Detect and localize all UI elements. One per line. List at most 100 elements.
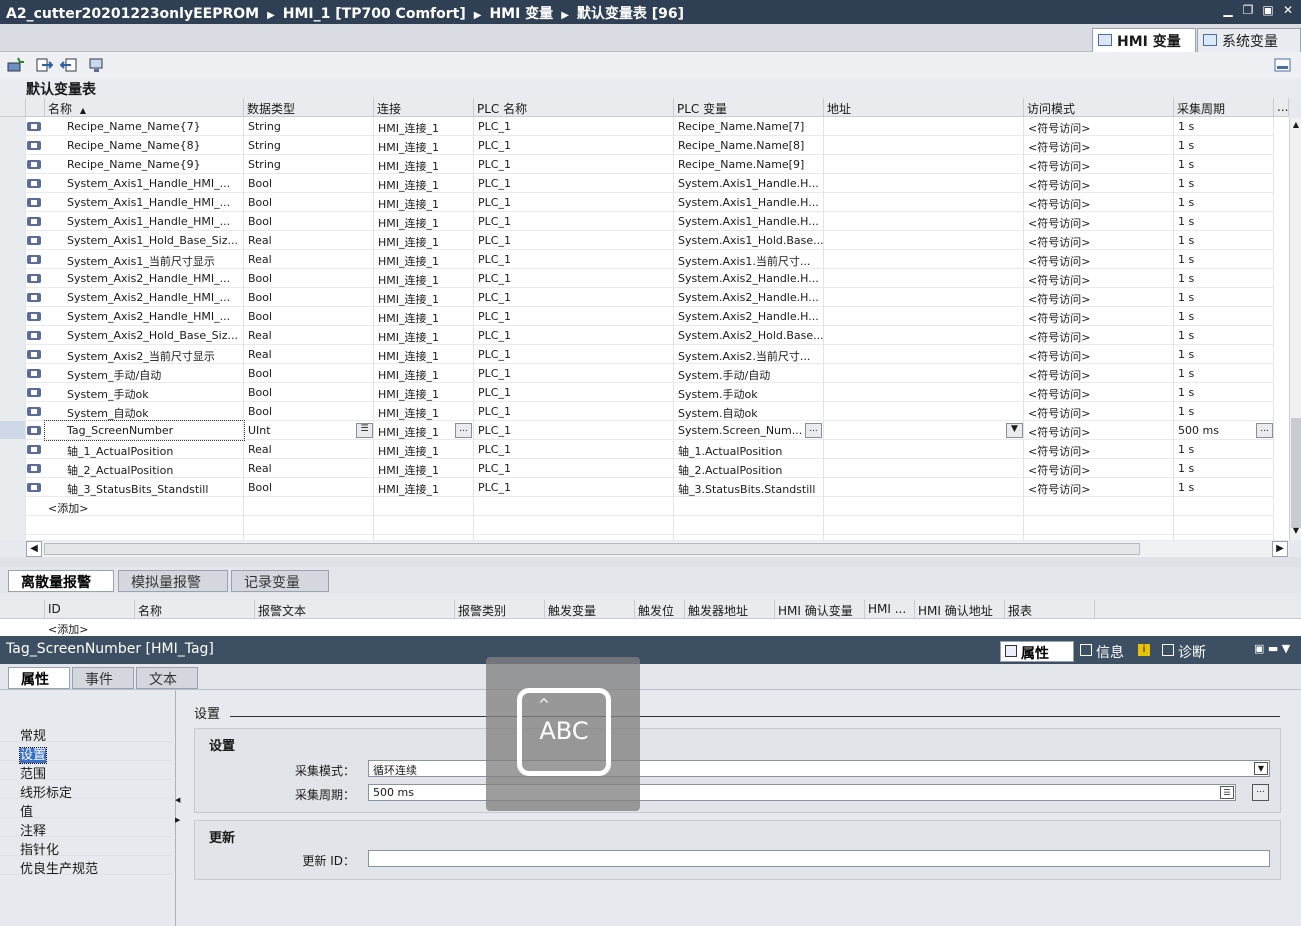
cell-name[interactable] [45,516,244,535]
cell-access-mode[interactable]: <符号访问> [1024,421,1174,440]
dropdown-arrow-icon[interactable]: ▼ [1254,762,1268,775]
cell-address[interactable] [824,231,1024,250]
cell-acq-cycle[interactable] [1174,516,1274,535]
cell-name[interactable]: System_Axis1_Handle_HMI_... [45,212,244,231]
scroll-right-icon[interactable]: ▶ [1272,541,1288,557]
maximize-icon[interactable]: ▣ [1261,3,1275,17]
cell-access-mode[interactable] [1024,497,1174,516]
cell-plc-name[interactable]: PLC_1 [474,212,674,231]
tab-hmi-tags[interactable]: HMI 变量 [1092,28,1196,52]
cell-address[interactable] [824,478,1024,497]
dropdown-arrow-icon[interactable]: ▼ [1006,423,1023,438]
alarm-col-report[interactable]: 报表 [1005,600,1095,619]
cell-name[interactable]: Recipe_Name_Name{8} [45,136,244,155]
cell-datatype[interactable]: Bool [244,307,374,326]
cell-connection[interactable]: HMI_连接_1 [374,250,474,269]
cell-plc-name[interactable]: PLC_1 [474,345,674,364]
cell-name[interactable]: System_Axis2_Hold_Base_Siz... [45,326,244,345]
cell-plc-name[interactable]: PLC_1 [474,231,674,250]
cell-datatype[interactable]: Bool [244,193,374,212]
cell-address[interactable] [824,250,1024,269]
cell-acq-cycle[interactable]: 1 s [1174,288,1274,307]
cell-acq-cycle[interactable] [1174,497,1274,516]
cell-datatype[interactable]: Bool [244,402,374,421]
alarm-col-name[interactable]: 名称 [135,600,255,619]
cell-acq-cycle[interactable]: 1 s [1174,212,1274,231]
cell-name[interactable]: System_手动/自动 [45,364,244,383]
nav-item[interactable]: 注释 [0,818,172,839]
cell-access-mode[interactable]: <符号访问> [1024,269,1174,288]
cell-access-mode[interactable]: <符号访问> [1024,383,1174,402]
cell-datatype[interactable]: Bool [244,383,374,402]
cell-connection[interactable]: HMI_连接_1 [374,345,474,364]
cell-plc-tag[interactable]: System.自动ok [674,402,824,421]
cell-address[interactable] [824,326,1024,345]
cell-plc-name[interactable]: PLC_1 [474,326,674,345]
cell-access-mode[interactable]: <符号访问> [1024,345,1174,364]
cell-access-mode[interactable]: <符号访问> [1024,459,1174,478]
cell-plc-tag[interactable]: System.Axis1_Hold.Base... [674,231,824,250]
cell-datatype[interactable]: Bool [244,174,374,193]
cell-connection[interactable] [374,535,474,540]
cell-datatype[interactable]: Bool [244,478,374,497]
cell-plc-name[interactable] [474,497,674,516]
cell-access-mode[interactable]: <符号访问> [1024,402,1174,421]
alarm-col-trigger-bit[interactable]: 触发位 [635,600,685,619]
cell-connection[interactable]: HMI_连接_1 [374,174,474,193]
row-header[interactable] [0,326,26,345]
minimize-icon[interactable]: ▁ [1221,3,1235,17]
cell-datatype[interactable]: Bool [244,288,374,307]
alarm-col-id[interactable]: ID [45,600,135,619]
table-row[interactable]: System_Axis2_Handle_HMI_... Bool HMI_连接_1 P… [0,307,1289,326]
row-header[interactable] [0,212,26,231]
cell-plc-name[interactable]: PLC_1 [474,174,674,193]
cell-acq-cycle[interactable]: 1 s [1174,478,1274,497]
cell-plc-name[interactable]: PLC_1 [474,307,674,326]
cell-name[interactable] [45,535,244,540]
cell-acq-cycle[interactable]: 1 s [1174,193,1274,212]
cell-address[interactable] [824,345,1024,364]
row-header[interactable] [0,421,26,440]
list-icon[interactable]: ☰ [356,423,373,438]
cell-address[interactable] [824,516,1024,535]
cell-plc-name[interactable]: PLC_1 [474,440,674,459]
browse-button[interactable]: ... [1256,423,1273,438]
row-header[interactable] [0,307,26,326]
add-alarm-link[interactable]: <添加> [48,621,88,637]
empty-row[interactable] [0,516,1289,535]
cell-plc-tag[interactable]: Recipe_Name.Name[8] [674,136,824,155]
cell-acq-cycle[interactable]: 1 s [1174,364,1274,383]
vertical-scrollbar[interactable]: ▲ ▼ [1289,118,1301,540]
browse-button[interactable]: ... [455,423,472,438]
cell-connection[interactable]: HMI_连接_1 [374,288,474,307]
cell-acq-cycle[interactable]: 1 s [1174,307,1274,326]
cell-datatype[interactable]: Real [244,440,374,459]
column-header-name[interactable]: 名称 ▲ [45,98,244,117]
cell-connection[interactable] [374,497,474,516]
column-header-connection[interactable]: 连接 [374,98,474,117]
cell-acq-cycle[interactable]: 1 s [1174,326,1274,345]
cell-address[interactable] [824,307,1024,326]
cell-access-mode[interactable]: <符号访问> [1024,136,1174,155]
cell-connection[interactable]: HMI_连接_1 [374,231,474,250]
cell-name[interactable]: System_Axis1_Hold_Base_Siz... [45,231,244,250]
cell-connection[interactable]: HMI_连接_1 [374,212,474,231]
cell-datatype[interactable]: Real [244,231,374,250]
cell-access-mode[interactable]: <符号访问> [1024,174,1174,193]
row-header[interactable] [0,117,26,136]
cell-datatype[interactable]: Real [244,345,374,364]
cell-datatype[interactable]: Real [244,459,374,478]
scroll-thumb[interactable] [1291,418,1301,528]
cell-name[interactable]: 轴_2_ActualPosition [45,459,244,478]
cell-datatype[interactable]: UInt [244,421,374,440]
tab-diagnostics[interactable]: 诊断 [1158,641,1234,662]
cell-plc-name[interactable] [474,535,674,540]
row-header[interactable] [0,440,26,459]
nav-item[interactable]: 常规 [0,723,172,744]
cell-plc-tag[interactable]: System.Axis1_Handle.H... [674,174,824,193]
cell-datatype[interactable] [244,497,374,516]
cell-address[interactable] [824,174,1024,193]
horizontal-scroll-thumb[interactable] [44,543,1140,555]
alarm-col-class[interactable]: 报警类别 [455,600,545,619]
cell-name[interactable]: System_Axis2_当前尺寸显示 [45,345,244,364]
